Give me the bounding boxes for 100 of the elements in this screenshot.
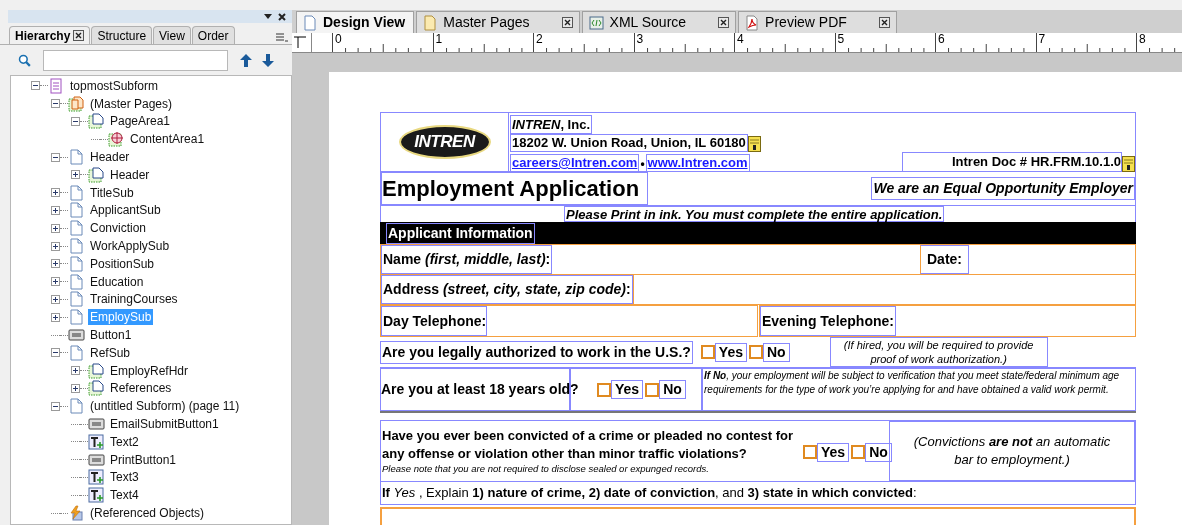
document-tab[interactable]: XML Source bbox=[581, 11, 737, 33]
expand-toggle[interactable] bbox=[51, 259, 60, 269]
subform-node-icon bbox=[68, 309, 85, 326]
tree-item[interactable]: Text4 bbox=[108, 487, 141, 504]
collapse-toggle[interactable] bbox=[71, 117, 80, 126]
tree-item[interactable]: ContentArea1 bbox=[128, 131, 207, 148]
tree-item[interactable]: WorkApplySub bbox=[88, 238, 172, 255]
tree-item[interactable]: PrintButton1 bbox=[108, 451, 179, 468]
tree-item[interactable]: Header bbox=[88, 149, 132, 166]
collapse-toggle[interactable] bbox=[51, 348, 60, 358]
collapse-toggle[interactable] bbox=[51, 152, 60, 162]
note-text: (If hired, you will be required to provide proof of work authorization.) bbox=[829, 337, 1048, 367]
separator-dot: • bbox=[639, 156, 646, 172]
collapse-toggle[interactable] bbox=[31, 81, 40, 91]
close-tab-button[interactable] bbox=[718, 17, 730, 28]
checkbox[interactable] bbox=[851, 445, 866, 459]
ruler-origin-icon bbox=[294, 36, 306, 48]
email-link[interactable]: careers@Intren.com bbox=[510, 154, 640, 172]
expand-toggle[interactable] bbox=[51, 277, 60, 287]
pdf-icon bbox=[745, 14, 760, 31]
tree-item[interactable]: Header bbox=[108, 166, 152, 183]
expand-toggle[interactable] bbox=[71, 366, 80, 376]
text-node-icon bbox=[88, 469, 105, 486]
ruler-label: 0 bbox=[335, 33, 342, 46]
pagearea-node-icon bbox=[88, 113, 105, 130]
panel-tab[interactable]: View bbox=[153, 26, 191, 44]
checkbox[interactable] bbox=[645, 382, 660, 397]
ruler-label: 7 bbox=[1038, 33, 1046, 46]
checkbox[interactable] bbox=[700, 345, 715, 359]
page-icon bbox=[303, 14, 317, 31]
close-tab-button[interactable] bbox=[73, 30, 85, 41]
expand-toggle[interactable] bbox=[71, 383, 80, 393]
tree-item[interactable]: Education bbox=[88, 273, 146, 290]
ruler-label: 1 bbox=[435, 33, 443, 46]
ruler-label: 4 bbox=[737, 33, 744, 46]
subform-node-icon bbox=[68, 202, 85, 219]
subform-node-icon bbox=[68, 273, 85, 290]
search-field[interactable] bbox=[43, 49, 228, 71]
tree-item[interactable]: ApplicantSub bbox=[88, 202, 163, 219]
expand-toggle[interactable] bbox=[51, 223, 60, 233]
tree-item[interactable]: References bbox=[108, 380, 174, 397]
checkbox[interactable] bbox=[748, 345, 763, 359]
pagearea-node-icon bbox=[88, 166, 105, 183]
content-node-icon bbox=[108, 131, 125, 148]
close-tab-button[interactable] bbox=[561, 17, 573, 28]
tree-item[interactable]: PositionSub bbox=[88, 255, 157, 272]
checkbox[interactable] bbox=[597, 382, 611, 397]
tree-item[interactable]: topmostSubform bbox=[68, 77, 161, 94]
question-text: Are you at least 18 years old? bbox=[381, 380, 579, 399]
tree-item[interactable]: TitleSub bbox=[88, 184, 136, 201]
collapse-toggle[interactable] bbox=[51, 401, 60, 411]
website-link[interactable]: www.Intren.com bbox=[645, 154, 750, 172]
subform-node-icon bbox=[68, 291, 85, 308]
pagearea-node-icon bbox=[88, 362, 105, 379]
question-text: Have you ever been convicted of a crime or pleaded no contest for any offense or violation other than minor traffic violations? bbox=[382, 427, 795, 463]
expand-toggle[interactable] bbox=[71, 170, 80, 180]
tree-item[interactable]: TrainingCourses bbox=[88, 291, 180, 308]
question-text: Are you legally authorized to work in the U.S.? bbox=[380, 340, 693, 364]
close-tab-button[interactable] bbox=[878, 17, 890, 28]
subform-node-icon bbox=[68, 220, 85, 237]
subform-node-icon bbox=[68, 149, 85, 166]
collapse-toggle[interactable] bbox=[51, 99, 60, 109]
expand-toggle[interactable] bbox=[51, 205, 60, 215]
close-icon[interactable] bbox=[278, 12, 286, 21]
eeo-statement: We are an Equal Opportunity Employer bbox=[871, 177, 1135, 200]
expand-toggle[interactable] bbox=[51, 294, 60, 304]
dropdown-icon[interactable] bbox=[264, 13, 272, 20]
tree-item[interactable]: (untitled Subform) (page 11) bbox=[88, 398, 242, 415]
form-title: Employment Application bbox=[381, 172, 649, 205]
option-label: Yes bbox=[611, 380, 644, 399]
tree-item[interactable]: Button1 bbox=[88, 327, 134, 344]
field-label: Address (street, city, state, zip code): bbox=[383, 280, 631, 299]
panel-tab[interactable]: Order bbox=[191, 26, 235, 44]
document-tab[interactable]: Preview PDF bbox=[738, 11, 897, 33]
expand-toggle[interactable] bbox=[51, 188, 60, 198]
tree-item[interactable]: Text2 bbox=[108, 433, 141, 450]
tree-item[interactable]: (Referenced Objects) bbox=[88, 505, 207, 521]
text-node-icon bbox=[88, 487, 105, 504]
text-node-icon bbox=[88, 433, 105, 450]
tree-item[interactable]: Conviction bbox=[88, 220, 149, 237]
tree-item[interactable]: PageArea1 bbox=[108, 113, 173, 130]
expand-toggle[interactable] bbox=[51, 241, 60, 251]
up-arrow-icon[interactable] bbox=[240, 53, 252, 67]
panel-tab[interactable]: Hierarchy bbox=[9, 26, 91, 44]
tree-item[interactable]: RefSub bbox=[88, 344, 133, 361]
panel-tab[interactable]: Structure bbox=[91, 26, 153, 44]
expand-toggle[interactable] bbox=[51, 312, 60, 322]
tree-item[interactable]: (Master Pages) bbox=[88, 95, 175, 112]
down-arrow-icon[interactable] bbox=[262, 53, 274, 67]
checkbox[interactable] bbox=[803, 445, 817, 459]
tree-item[interactable]: Text3 bbox=[108, 469, 141, 486]
document-tab[interactable]: Master Pages bbox=[416, 11, 580, 33]
menu-icon[interactable] bbox=[276, 33, 288, 42]
company-address: 18202 W. Union Road, Union, IL 60180 bbox=[510, 134, 748, 152]
tree-item[interactable]: EmailSubmitButton1 bbox=[108, 416, 221, 433]
option-label: No bbox=[762, 342, 790, 362]
document-tab[interactable]: Design View bbox=[296, 11, 415, 33]
tree-item[interactable]: EmployRefHdr bbox=[108, 362, 191, 379]
pagearea-node-icon bbox=[88, 380, 105, 397]
note-text: (Convictions are not an automatic bar to employment.) bbox=[912, 433, 1112, 469]
